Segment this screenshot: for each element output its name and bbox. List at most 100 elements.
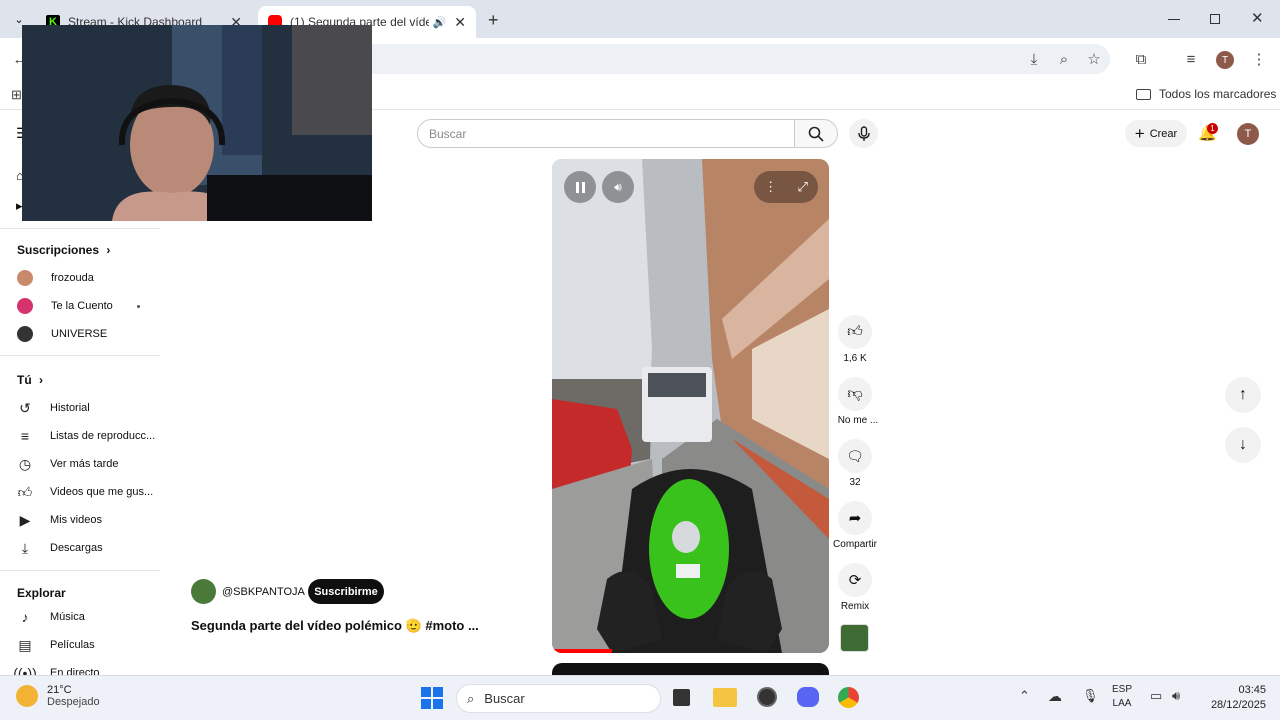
- you-header[interactable]: Tú ›: [17, 373, 43, 387]
- remix-label: Remix: [840, 601, 870, 612]
- notifications-button[interactable]: 🔔 1: [1198, 123, 1218, 144]
- next-short-preview[interactable]: [552, 663, 829, 675]
- sidebar-item-music[interactable]: ♪ Música: [16, 605, 156, 629]
- profile-avatar[interactable]: T: [1216, 51, 1234, 69]
- sidebar-item-history[interactable]: ↺ Historial: [16, 396, 156, 420]
- webcam-feed: [22, 25, 372, 221]
- taskbar-search[interactable]: ⌕ Buscar: [456, 684, 661, 713]
- show-hidden-icons[interactable]: ⌃: [1019, 688, 1030, 704]
- short-title[interactable]: Segunda parte del vídeo polémico 🫡 #moto…: [191, 618, 479, 634]
- search-icon: ⌕: [467, 690, 475, 706]
- close-tab-icon[interactable]: ✕: [454, 14, 466, 31]
- sidebar-item-label: Historial: [50, 402, 90, 414]
- sidebar-item-downloads[interactable]: ⤓ Descargas: [16, 536, 156, 560]
- subscription-label: Te la Cuento: [51, 300, 113, 312]
- clock[interactable]: 03:45 28/12/2025: [1200, 684, 1266, 711]
- close-window-button[interactable]: ✕: [1251, 9, 1264, 27]
- channel-avatar[interactable]: [191, 579, 216, 604]
- next-short-button[interactable]: ↓: [1225, 427, 1261, 463]
- obs-app-icon[interactable]: [757, 687, 777, 707]
- sidebar-item-playlists[interactable]: ≡ Listas de reproducc...: [16, 424, 156, 448]
- new-tab-button[interactable]: +: [488, 10, 499, 31]
- share-button[interactable]: ➦: [838, 501, 872, 535]
- sidebar-item-watch-later[interactable]: ◷ Ver más tarde: [16, 452, 156, 476]
- video-icon: ▶: [19, 511, 31, 528]
- all-bookmarks-button[interactable]: Todos los marcadores: [1136, 87, 1276, 101]
- moon-icon: [16, 685, 38, 707]
- search-button[interactable]: [794, 119, 838, 148]
- subscription-label: frozouda: [51, 272, 94, 284]
- subscriptions-header[interactable]: Suscripciones ›: [17, 243, 110, 257]
- fullscreen-icon[interactable]: ⤢: [797, 179, 807, 195]
- dislike-button[interactable]: 👎︎: [838, 377, 872, 411]
- account-avatar[interactable]: T: [1237, 123, 1259, 145]
- pause-button[interactable]: [564, 171, 596, 203]
- search-icon: [808, 126, 824, 142]
- clock-icon: ◷: [18, 455, 32, 472]
- search-input[interactable]: Buscar: [417, 119, 795, 148]
- sound-thumbnail[interactable]: [840, 624, 869, 652]
- start-button[interactable]: [421, 687, 443, 709]
- subscription-frozouda[interactable]: frozouda: [16, 266, 156, 290]
- subscription-universe[interactable]: UNIVERSE: [16, 322, 156, 346]
- pause-icon: [575, 181, 585, 193]
- create-button[interactable]: + Crear: [1125, 120, 1187, 147]
- remix-button[interactable]: ⟳: [838, 563, 872, 597]
- sidebar-item-label: Música: [50, 611, 85, 623]
- sidebar-item-label: Listas de reproducc...: [50, 430, 156, 442]
- file-explorer-icon[interactable]: [713, 688, 737, 707]
- comment-icon: 🗨︎: [846, 447, 864, 464]
- sidebar-divider: [0, 570, 160, 571]
- like-button[interactable]: 👍︎: [838, 315, 872, 349]
- extensions-icon[interactable]: ⧉: [1131, 49, 1151, 69]
- onedrive-icon[interactable]: ☁: [1048, 688, 1062, 705]
- voice-search-button[interactable]: [849, 119, 878, 148]
- volume-icon[interactable]: 🔊︎: [1172, 688, 1180, 704]
- previous-short-button[interactable]: ↑: [1225, 377, 1261, 413]
- minimize-button[interactable]: [1168, 19, 1180, 20]
- dislike-label: No me ...: [837, 415, 879, 426]
- language-indicator[interactable]: ESP LAA: [1112, 684, 1132, 709]
- bookmark-star-icon[interactable]: ☆: [1084, 49, 1104, 69]
- media-control-icon[interactable]: ≡: [1181, 49, 1201, 69]
- music-note-icon: ♪: [21, 609, 29, 625]
- like-count: 1,6 K: [843, 353, 867, 364]
- sidebar-item-my-videos[interactable]: ▶ Mis videos: [16, 508, 156, 532]
- install-app-icon[interactable]: ⤓: [1024, 49, 1044, 69]
- sidebar-divider: [0, 228, 160, 229]
- keyboard-layout: LAA: [1112, 698, 1132, 709]
- audio-playing-icon[interactable]: 🔊: [433, 16, 447, 29]
- browser-menu-icon[interactable]: ⋮: [1249, 49, 1269, 69]
- share-icon: ➦: [848, 510, 862, 527]
- sidebar-item-movies[interactable]: ▤ Películas: [16, 633, 156, 657]
- comments-button[interactable]: 🗨︎: [838, 439, 872, 473]
- channel-name[interactable]: @SBKPANTOJA: [222, 586, 305, 598]
- playlist-icon: ≡: [20, 428, 30, 444]
- explore-header: Explorar: [17, 586, 66, 600]
- windows-logo-icon: [421, 687, 431, 697]
- channel-avatar: [17, 298, 33, 314]
- channel-avatar: [17, 326, 33, 342]
- sidebar-item-label: Videos que me gus...: [50, 486, 154, 498]
- new-content-dot: [137, 304, 140, 308]
- microphone-icon[interactable]: 🎙︎: [1082, 688, 1099, 704]
- plus-icon: +: [1134, 123, 1145, 143]
- taskbar-search-label: Buscar: [484, 691, 525, 706]
- task-view-icon[interactable]: [673, 689, 690, 706]
- sidebar-item-liked-videos[interactable]: 👍︎ Videos que me gus...: [16, 480, 156, 504]
- short-video-player[interactable]: 🔊︎ ⋮ ⤢: [552, 159, 829, 653]
- volume-button[interactable]: 🔊︎: [602, 171, 634, 203]
- network-icon[interactable]: ▭: [1150, 688, 1162, 704]
- weather-widget[interactable]: 21°C Despejado: [16, 684, 100, 708]
- thumbs-up-icon: 👍︎: [17, 483, 33, 500]
- language-code: ESP: [1112, 684, 1133, 695]
- webcam-overlay: [22, 25, 372, 221]
- zoom-icon[interactable]: ⌕: [1054, 49, 1074, 69]
- more-options-button[interactable]: ⋮ ⤢: [754, 171, 818, 203]
- chrome-app-icon[interactable]: [838, 687, 859, 708]
- restore-button[interactable]: [1210, 14, 1220, 24]
- discord-app-icon[interactable]: [797, 687, 819, 707]
- subscribe-button[interactable]: Suscribirme: [308, 579, 384, 604]
- apps-grid-icon[interactable]: ⊞: [11, 87, 22, 103]
- subscription-te-la-cuento[interactable]: Te la Cuento: [16, 294, 156, 318]
